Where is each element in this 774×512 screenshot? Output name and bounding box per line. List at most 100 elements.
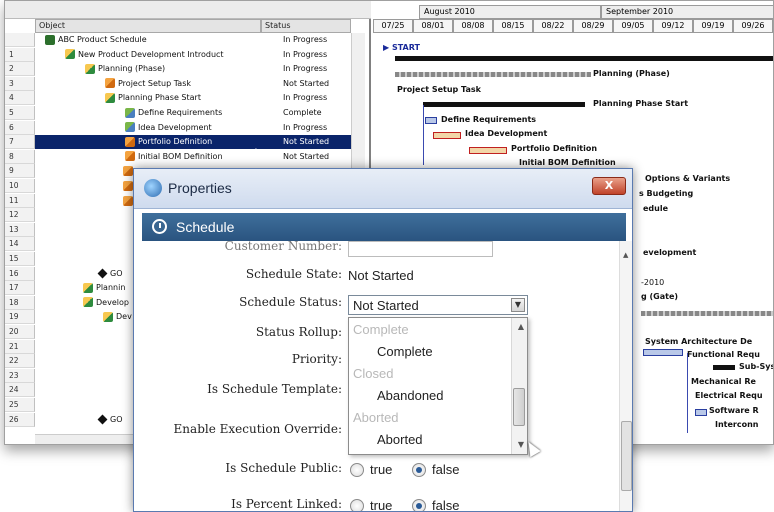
row-number: 20	[5, 325, 35, 339]
week-header: 09/26	[733, 19, 773, 33]
task-status: In Progress	[283, 122, 328, 132]
close-button[interactable]: X	[592, 177, 626, 195]
task-row[interactable]: Project Setup Task	[105, 77, 191, 91]
column-header-status[interactable]: Status	[261, 19, 351, 33]
dropdown-group-header: Aborted	[353, 410, 399, 425]
gantt-label-planning-phase: Planning (Phase)	[593, 69, 670, 78]
gantt-label-idea-dev: Idea Development	[465, 129, 548, 138]
task-row[interactable]: Dev	[103, 310, 132, 324]
row-number: 10	[5, 179, 35, 193]
schedule-template-label: Is Schedule Template:	[207, 382, 342, 396]
percent-false-radio[interactable]	[412, 499, 426, 511]
gantt-label-mechanical: Mechanical Re	[691, 377, 756, 386]
public-false-label: false	[432, 462, 460, 477]
gantt-label-electrical: Electrical Requ	[695, 391, 763, 400]
dropdown-option-complete[interactable]: Complete	[377, 344, 433, 359]
task-row[interactable]: ABC Product Schedule	[45, 33, 147, 47]
month-header: September 2010	[601, 5, 773, 19]
phase-icon	[83, 282, 93, 293]
task-row[interactable]: Initial BOM Definition	[125, 150, 223, 164]
task-status: In Progress	[283, 64, 328, 74]
dialog-title: Properties	[168, 180, 232, 196]
gantt-task-bar[interactable]	[433, 132, 461, 139]
gantt-label-schedule: edule	[643, 204, 669, 213]
task-label: Planning Phase Start	[118, 93, 201, 103]
toolbar-band	[5, 1, 371, 19]
priority-label: Priority:	[291, 352, 342, 366]
scroll-up-icon[interactable]: ▲	[623, 251, 628, 259]
schedule-status-select[interactable]: Not Started ▼	[348, 295, 528, 315]
task-row[interactable]: Plannin	[83, 281, 125, 295]
gantt-label-text: START	[391, 43, 420, 52]
dialog-title-bar[interactable]: Properties X	[134, 169, 632, 209]
section-header-schedule[interactable]: Schedule	[142, 213, 626, 241]
task-row[interactable]: GO	[97, 413, 123, 427]
percent-true-label: true	[370, 498, 393, 512]
week-header: 08/08	[453, 19, 493, 33]
task-row[interactable]: Define Requirements	[125, 106, 222, 120]
gantt-phase-bar[interactable]	[641, 311, 773, 316]
row-number: 25	[5, 398, 35, 412]
gantt-task-bar[interactable]	[425, 117, 437, 124]
schedule-status-label: Schedule Status:	[239, 295, 342, 309]
task-row[interactable]: Planning Phase Start	[105, 91, 201, 105]
scroll-up-icon[interactable]: ▲	[518, 322, 524, 331]
row-number: 8	[5, 149, 35, 164]
task-row[interactable]: Develop	[83, 296, 129, 310]
gantt-label-functional: Functional Requ	[687, 350, 760, 359]
percent-true-radio[interactable]	[350, 499, 364, 511]
task-label: ABC Product Schedule	[58, 35, 147, 44]
row-number: 11	[5, 193, 35, 208]
task-row[interactable]: Portfolio Definition	[125, 135, 212, 149]
task-icon	[123, 166, 133, 177]
phase-icon	[83, 297, 93, 308]
gantt-label-software: Software R	[709, 406, 759, 415]
gantt-label-portfolio: Portfolio Definition	[511, 144, 598, 153]
gantt-summary-bar[interactable]	[395, 56, 773, 61]
gantt-label-subsys: Sub-Syst	[739, 362, 773, 371]
row-number: 19	[5, 310, 35, 325]
schedule-status-dropdown-list[interactable]: Complete Complete Closed Abandoned Abort…	[348, 317, 528, 455]
dropdown-scroll-thumb[interactable]	[513, 388, 525, 426]
row-number: 9	[5, 164, 35, 179]
task-row[interactable]: Planning (Phase)	[85, 62, 165, 76]
task-status: Not Started	[283, 137, 330, 147]
gantt-task-bar[interactable]	[643, 349, 683, 356]
task-row[interactable]: GO	[97, 267, 123, 281]
public-true-label: true	[370, 462, 393, 477]
row-number: 22	[5, 354, 35, 369]
gantt-summary-bar[interactable]	[713, 365, 735, 370]
phase-icon	[65, 49, 75, 60]
dropdown-option-aborted[interactable]: Aborted	[377, 432, 423, 447]
dropdown-group-header: Closed	[353, 366, 394, 381]
task-row[interactable]: New Product Development Introduct	[65, 48, 224, 62]
gantt-label-start: ▶ START	[383, 43, 420, 52]
dialog-scroll-thumb[interactable]	[621, 421, 632, 491]
check-icon	[125, 122, 135, 133]
gantt-label-project-setup: Project Setup Task	[397, 85, 481, 94]
row-number: 15	[5, 252, 35, 266]
gantt-task-bar[interactable]	[469, 147, 507, 154]
task-label: Dev	[116, 312, 132, 322]
row-number: 2	[5, 62, 35, 77]
dropdown-group-header: Complete	[353, 322, 409, 337]
public-false-radio[interactable]	[412, 463, 426, 477]
gantt-task-bar[interactable]	[695, 409, 707, 416]
gantt-label-planning-start: Planning Phase Start	[593, 99, 689, 108]
properties-icon	[144, 179, 162, 197]
row-number: 13	[5, 222, 35, 237]
gantt-summary-bar[interactable]	[423, 102, 585, 107]
row-number: 14	[5, 237, 35, 252]
execution-override-label: Enable Execution Override:	[173, 422, 342, 436]
dropdown-option-abandoned[interactable]: Abandoned	[377, 388, 444, 403]
task-row[interactable]: Idea Development	[125, 121, 212, 135]
gantt-phase-bar[interactable]	[395, 72, 591, 77]
column-header-object[interactable]: Object	[35, 19, 261, 33]
dropdown-scrollbar[interactable]: ▲ ▼	[511, 318, 527, 454]
week-header: 08/01	[413, 19, 453, 33]
task-status: In Progress	[283, 35, 328, 44]
dialog-vertical-scrollbar[interactable]: ▲	[619, 241, 632, 511]
public-true-radio[interactable]	[350, 463, 364, 477]
chevron-down-icon[interactable]: ▼	[511, 298, 525, 312]
customer-number-field[interactable]	[348, 241, 493, 257]
